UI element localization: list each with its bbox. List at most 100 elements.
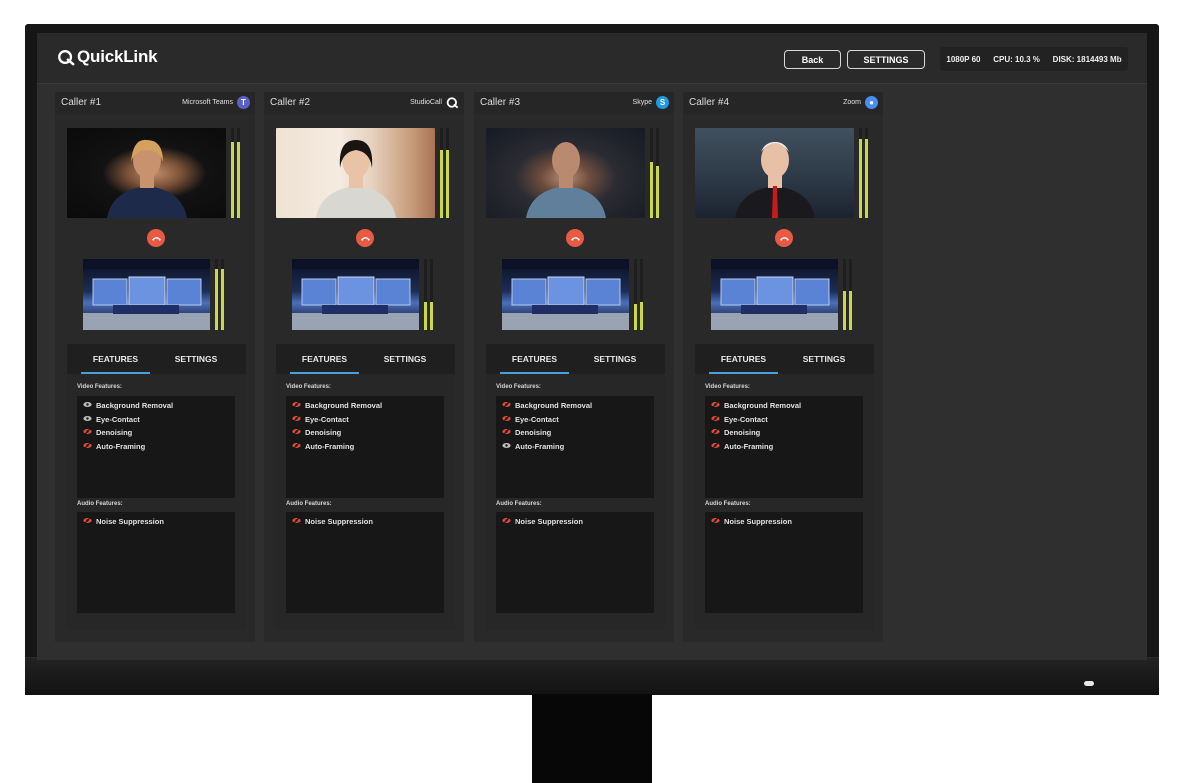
feature-label: Background Removal — [515, 401, 593, 410]
feature-label: Eye-Contact — [515, 414, 559, 424]
audio-level-meter — [237, 128, 240, 218]
feature-toggle[interactable]: Eye-Contact — [502, 415, 559, 424]
eye-off-icon — [502, 401, 511, 410]
eye-off-icon — [292, 441, 301, 451]
audio-features-label: Audio Features: — [705, 501, 751, 507]
audio-level-meter — [849, 259, 852, 330]
phone-hangup-icon — [570, 237, 580, 241]
feature-toggle[interactable]: Eye-Contact — [83, 415, 140, 424]
feature-toggle[interactable]: Denoising — [292, 428, 341, 437]
platform-name: StudioCall — [410, 99, 442, 106]
tab-features[interactable]: FEATURES — [500, 344, 569, 374]
audio-level-meter — [640, 259, 643, 330]
feature-label: Auto-Framing — [305, 441, 355, 451]
program-preview[interactable] — [83, 259, 210, 330]
feature-label: Auto-Framing — [515, 441, 565, 451]
video-features-label: Video Features: — [496, 384, 541, 390]
quicklink-logo: QuickLink — [57, 47, 158, 67]
virtual-studio-image — [83, 259, 210, 330]
disk-readout: DISK: 1814493 Mb — [1052, 54, 1122, 64]
video-features-label: Video Features: — [705, 384, 750, 390]
platform-name: Microsoft Teams — [182, 99, 233, 106]
monitor-bezel — [25, 657, 1159, 695]
caller-header: Caller #4 Zoom ● — [683, 92, 883, 114]
tab-settings[interactable]: SETTINGS — [161, 344, 231, 374]
caller-title: Caller #1 — [61, 97, 102, 108]
eye-off-icon — [711, 428, 720, 437]
eye-off-icon — [83, 517, 92, 526]
caller-tabs: FEATURES SETTINGS — [276, 344, 455, 374]
program-preview[interactable] — [292, 259, 419, 330]
hang-up-button[interactable] — [566, 229, 584, 247]
eye-off-icon — [83, 428, 92, 437]
feature-label: Eye-Contact — [305, 414, 349, 424]
caller-video-feed[interactable] — [486, 128, 645, 218]
video-features-list: Background Removal Eye-Contact Denoising Au… — [705, 396, 863, 498]
platform-name: Zoom — [843, 99, 861, 106]
feature-toggle[interactable]: Auto-Framing — [502, 442, 564, 451]
program-preview[interactable] — [502, 259, 629, 330]
audio-level-meter — [231, 128, 234, 218]
caller-person-image — [526, 142, 606, 218]
tab-features[interactable]: FEATURES — [709, 344, 778, 374]
feature-toggle[interactable]: Auto-Framing — [711, 442, 773, 451]
back-button[interactable]: Back — [784, 50, 841, 69]
hang-up-button[interactable] — [147, 229, 165, 247]
settings-button[interactable]: SETTINGS — [847, 50, 925, 69]
eye-icon — [502, 442, 511, 451]
caller-person-image — [107, 139, 187, 218]
tab-settings[interactable]: SETTINGS — [789, 344, 859, 374]
eye-off-icon — [83, 441, 92, 451]
feature-toggle[interactable]: Auto-Framing — [292, 442, 354, 451]
feature-toggle[interactable]: Noise Suppression — [83, 517, 164, 526]
program-preview[interactable] — [711, 259, 838, 330]
caller-video-feed[interactable] — [276, 128, 435, 218]
caller-tabs: FEATURES SETTINGS — [486, 344, 665, 374]
caller-video-feed[interactable] — [695, 128, 854, 218]
audio-features-list: Noise Suppression — [496, 512, 654, 613]
feature-toggle[interactable]: Background Removal — [292, 401, 382, 410]
feature-label: Eye-Contact — [724, 414, 768, 424]
feature-toggle[interactable]: Denoising — [711, 428, 760, 437]
feature-label: Eye-Contact — [96, 414, 140, 424]
feature-toggle[interactable]: Noise Suppression — [711, 517, 792, 526]
feature-toggle[interactable]: Background Removal — [502, 401, 592, 410]
audio-features-label: Audio Features: — [77, 501, 123, 507]
audio-level-meter — [440, 128, 443, 218]
feature-toggle[interactable]: Eye-Contact — [292, 415, 349, 424]
feature-label: Denoising — [96, 428, 133, 437]
feature-toggle[interactable]: Denoising — [83, 428, 132, 437]
feature-toggle[interactable]: Eye-Contact — [711, 415, 768, 424]
eye-off-icon — [502, 517, 511, 526]
caller-video-feed[interactable] — [67, 128, 226, 218]
feature-label: Noise Suppression — [305, 517, 373, 526]
hang-up-button[interactable] — [775, 229, 793, 247]
audio-level-meter — [650, 128, 653, 218]
audio-features-list: Noise Suppression — [286, 512, 444, 613]
feature-toggle[interactable]: Background Removal — [711, 401, 801, 410]
system-status: 1080P 60 CPU: 10.3 % DISK: 1814493 Mb — [940, 47, 1128, 71]
eye-off-icon — [711, 517, 720, 526]
tab-settings[interactable]: SETTINGS — [370, 344, 440, 374]
app-screen: QuickLink Back SETTINGS 1080P 60 CPU: 10… — [37, 33, 1147, 660]
features-panel: Video Features: Background Removal Eye-Con… — [276, 374, 455, 630]
feature-toggle[interactable]: Noise Suppression — [292, 517, 373, 526]
caller-title: Caller #3 — [480, 97, 521, 108]
tab-settings[interactable]: SETTINGS — [580, 344, 650, 374]
features-panel: Video Features: Background Removal Eye-Con… — [67, 374, 246, 630]
audio-level-meter — [843, 259, 846, 330]
hang-up-button[interactable] — [356, 229, 374, 247]
feature-toggle[interactable]: Background Removal — [83, 401, 173, 410]
tab-features[interactable]: FEATURES — [81, 344, 150, 374]
feature-label: Background Removal — [724, 401, 802, 410]
feature-toggle[interactable]: Denoising — [502, 428, 551, 437]
audio-level-meter — [215, 259, 218, 330]
feature-label: Noise Suppression — [724, 517, 792, 526]
audio-level-meter — [446, 128, 449, 218]
caller-header: Caller #3 Skype S — [474, 92, 674, 114]
tab-features[interactable]: FEATURES — [290, 344, 359, 374]
feature-toggle[interactable]: Noise Suppression — [502, 517, 583, 526]
virtual-studio-image — [292, 259, 419, 330]
audio-level-meter — [424, 259, 427, 330]
feature-toggle[interactable]: Auto-Framing — [83, 442, 145, 451]
